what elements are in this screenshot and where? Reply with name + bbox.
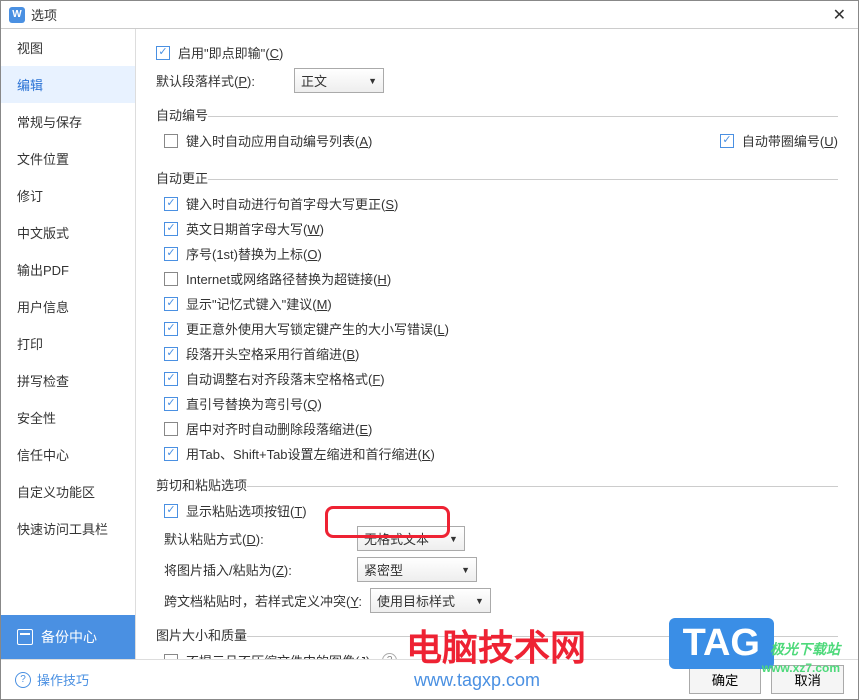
sidebar-item-view[interactable]: 视图 (1, 29, 135, 66)
chevron-down-icon: ▼ (461, 565, 470, 575)
dropdown-defpaste[interactable]: 无格式文本▼ (357, 526, 465, 551)
label-ac1: 键入时自动进行句首字母大写更正(S) (186, 194, 398, 213)
sidebar-item-print[interactable]: 打印 (1, 325, 135, 362)
label-ac2: 英文日期首字母大写(W) (186, 219, 324, 238)
checkbox-ac10[interactable] (164, 422, 178, 436)
backup-center-button[interactable]: 备份中心 (1, 615, 135, 659)
dropdown-crossdoc[interactable]: 使用目标样式▼ (370, 588, 491, 613)
label-ac7: 段落开头空格采用行首缩进(B) (186, 344, 359, 363)
ok-button[interactable]: 确定 (689, 665, 762, 694)
label-ac8: 自动调整右对齐段落末空格格式(F) (186, 369, 385, 388)
sidebar-item-general[interactable]: 常规与保存 (1, 103, 135, 140)
label-crossdoc: 跨文档粘贴时，若样式定义冲突(Y: (164, 591, 362, 610)
label-ac4: Internet或网络路径替换为超链接(H) (186, 269, 391, 288)
sidebar-item-pdf[interactable]: 输出PDF (1, 251, 135, 288)
chevron-down-icon: ▼ (475, 596, 484, 606)
tips-link[interactable]: 操作技巧 (37, 670, 89, 689)
sidebar-item-revision[interactable]: 修订 (1, 177, 135, 214)
checkbox-showpaste[interactable] (164, 504, 178, 518)
label-defpaste: 默认粘贴方式(D): (164, 529, 349, 548)
label-ac6: 更正意外使用大写锁定键产生的大小写错误(L) (186, 319, 449, 338)
legend-autocorrect: 自动更正 (156, 168, 208, 187)
label-ac9: 直引号替换为弯引号(Q) (186, 394, 322, 413)
checkbox-ac8[interactable] (164, 372, 178, 386)
close-icon[interactable]: ✕ (829, 5, 850, 25)
sidebar-item-trust[interactable]: 信任中心 (1, 436, 135, 473)
tips-icon: ? (15, 672, 31, 688)
label-circled: 自动带圈编号(U) (742, 131, 838, 150)
checkbox-ac9[interactable] (164, 397, 178, 411)
checkbox-ac2[interactable] (164, 222, 178, 236)
label-apply-list: 键入时自动应用自动编号列表(A) (186, 131, 372, 150)
chevron-down-icon: ▼ (368, 76, 377, 86)
checkbox-ac7[interactable] (164, 347, 178, 361)
checkbox-ac3[interactable] (164, 247, 178, 261)
checkbox-ac11[interactable] (164, 447, 178, 461)
legend-imgsize: 图片大小和质量 (156, 625, 247, 644)
label-ac5: 显示"记忆式键入"建议(M) (186, 294, 332, 313)
legend-autonum: 自动编号 (156, 105, 208, 124)
label-ac11: 用Tab、Shift+Tab设置左缩进和首行缩进(K) (186, 444, 435, 463)
checkbox-circled[interactable] (720, 134, 734, 148)
checkbox-click-type[interactable] (156, 46, 170, 60)
label-click-type: 启用"即点即输"(C) (178, 43, 283, 62)
sidebar-item-filelocation[interactable]: 文件位置 (1, 140, 135, 177)
chevron-down-icon: ▼ (449, 534, 458, 544)
dropdown-imgpaste[interactable]: 紧密型▼ (357, 557, 477, 582)
label-imgpaste: 将图片插入/粘贴为(Z): (164, 560, 349, 579)
sidebar-item-qat[interactable]: 快速访问工具栏 (1, 510, 135, 547)
label-ac3: 序号(1st)替换为上标(O) (186, 244, 322, 263)
sidebar-item-security[interactable]: 安全性 (1, 399, 135, 436)
legend-cutpaste: 剪切和粘贴选项 (156, 475, 247, 494)
label-para-style: 默认段落样式(P): (156, 71, 286, 90)
cancel-button[interactable]: 取消 (771, 665, 844, 694)
sidebar-item-cjk[interactable]: 中文版式 (1, 214, 135, 251)
content-panel: 启用"即点即输"(C) 默认段落样式(P): 正文▼ 自动编号 键入时自动应用自… (136, 29, 858, 659)
sidebar-item-spell[interactable]: 拼写检查 (1, 362, 135, 399)
sidebar-item-ribbon[interactable]: 自定义功能区 (1, 473, 135, 510)
app-icon: W (9, 7, 25, 23)
sidebar-item-userinfo[interactable]: 用户信息 (1, 288, 135, 325)
checkbox-ac1[interactable] (164, 197, 178, 211)
checkbox-ac4[interactable] (164, 272, 178, 286)
label-ac10: 居中对齐时自动删除段落缩进(E) (186, 419, 372, 438)
backup-icon (17, 629, 33, 645)
dropdown-para-style[interactable]: 正文▼ (294, 68, 384, 93)
label-nocompress: 不提示且不压缩文件中的图像(J) (186, 651, 370, 659)
sidebar: 视图 编辑 常规与保存 文件位置 修订 中文版式 输出PDF 用户信息 打印 拼… (1, 29, 136, 659)
checkbox-ac6[interactable] (164, 322, 178, 336)
window-title: 选项 (31, 5, 829, 24)
backup-label: 备份中心 (41, 627, 97, 647)
label-showpaste: 显示粘贴选项按钮(T) (186, 501, 307, 520)
checkbox-apply-list[interactable] (164, 134, 178, 148)
sidebar-item-edit[interactable]: 编辑 (1, 66, 135, 103)
checkbox-ac5[interactable] (164, 297, 178, 311)
